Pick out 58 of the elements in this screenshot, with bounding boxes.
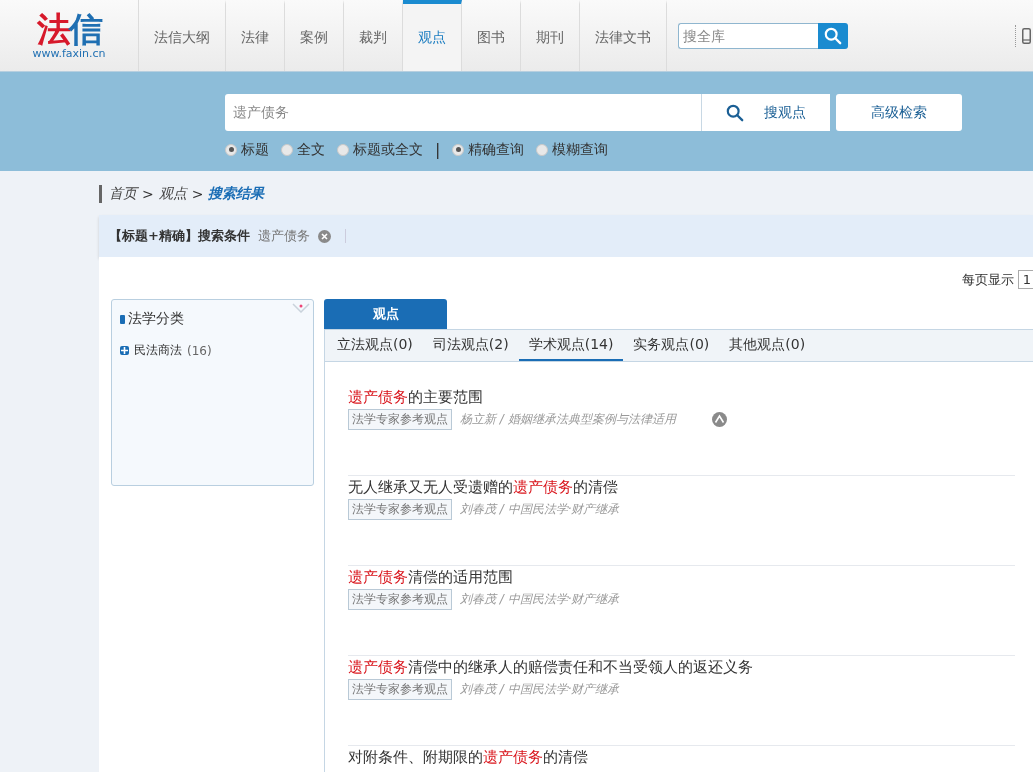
radio-option[interactable]: 模糊查询 <box>536 140 609 159</box>
site-url: www.faxin.cn <box>32 48 106 60</box>
nav-tab[interactable]: 法信大纲 <box>139 0 226 71</box>
advanced-search-button[interactable]: 高级检索 <box>836 94 962 131</box>
remove-icon[interactable] <box>317 229 331 243</box>
result-source: 刘春茂 / 中国民法学·财产继承 <box>460 591 620 608</box>
search-button[interactable]: 搜观点 <box>701 94 830 131</box>
subtab[interactable]: 学术观点(14) <box>518 330 624 361</box>
breadcrumb-link[interactable]: 首页 <box>109 185 137 203</box>
nav-tab[interactable]: 法律 <box>226 0 285 71</box>
subtab[interactable]: 司法观点(2) <box>422 330 519 361</box>
result-source: 刘春茂 / 中国民法学·财产继承 <box>460 681 620 698</box>
nav-tab[interactable]: 法律文书 <box>580 0 667 71</box>
logo[interactable]: 法信 <box>37 11 101 47</box>
result-title[interactable]: 无人继承又无人受遗赠的遗产债务的清偿 <box>348 478 1015 497</box>
search-field[interactable]: 遗产债务 <box>225 94 701 131</box>
circle-icon[interactable] <box>711 412 727 427</box>
global-search-input[interactable]: 搜全库 <box>678 22 818 49</box>
per-page-label: 每页显示 <box>961 270 1014 289</box>
result-source: 刘春茂 / 中国民法学·财产继承 <box>460 501 620 518</box>
breadcrumb-separator: > <box>142 186 154 202</box>
search-icon <box>726 103 744 122</box>
subtab[interactable]: 其他观点(0) <box>719 330 816 361</box>
result-tag: 法学专家参考观点 <box>348 589 452 610</box>
nav-tab[interactable]: 期刊 <box>521 0 580 71</box>
mobile-phone-icon[interactable] <box>1022 27 1031 44</box>
nav-tab[interactable]: 案例 <box>285 0 344 71</box>
radio-option[interactable]: 标题 <box>225 140 269 159</box>
result-title[interactable]: 遗产债务清偿中的继承人的赔偿责任和不当受领人的返还义务 <box>348 658 1015 677</box>
subtab[interactable]: 立法观点(0) <box>327 330 423 361</box>
radio-option[interactable]: 标题或全文 <box>337 140 423 159</box>
result-title[interactable]: 遗产债务的主要范围 <box>348 388 1015 407</box>
conditions-label: 【标题+精确】搜索条件 <box>109 227 250 245</box>
breadcrumb-link[interactable]: 搜索结果 <box>208 185 265 203</box>
result-tag: 法学专家参考观点 <box>348 499 452 520</box>
result-title[interactable]: 遗产债务清偿的适用范围 <box>348 568 1015 587</box>
search-icon <box>824 26 842 45</box>
chevron-down-icon[interactable] <box>292 303 310 313</box>
bullet-icon <box>120 314 125 324</box>
radio-option[interactable]: 全文 <box>281 140 325 159</box>
panel-title: 法学分类 <box>128 310 184 328</box>
search-term: 遗产债务 <box>257 227 310 245</box>
expand-icon[interactable] <box>120 346 129 355</box>
nav-tab[interactable]: 图书 <box>462 0 521 71</box>
radio-option[interactable]: 精确查询 <box>452 140 525 159</box>
nav-tab[interactable]: 观点 <box>403 0 462 71</box>
per-page-select[interactable]: 1 <box>1017 270 1033 289</box>
result-tag: 法学专家参考观点 <box>348 679 452 700</box>
result-title[interactable]: 对附条件、附期限的遗产债务的清偿 <box>348 748 1015 767</box>
breadcrumb-link[interactable]: 观点 <box>158 185 187 203</box>
subtab[interactable]: 实务观点(0) <box>623 330 720 361</box>
search-button[interactable] <box>818 22 848 49</box>
separator: | <box>435 140 441 159</box>
breadcrumb-separator: > <box>191 186 204 202</box>
category-item[interactable]: 民法商法 (16) <box>120 342 212 359</box>
main-tab[interactable]: 观点 <box>324 299 447 329</box>
result-tag: 法学专家参考观点 <box>348 409 452 430</box>
result-source: 杨立新 / 婚姻继承法典型案例与法律适用 <box>460 411 676 428</box>
